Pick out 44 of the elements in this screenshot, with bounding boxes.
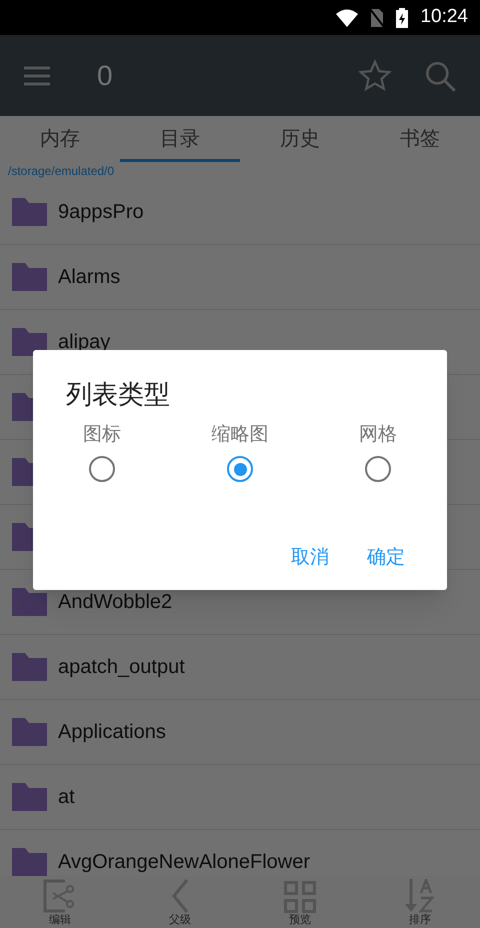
folder-icon (12, 328, 47, 356)
folder-icon (12, 588, 47, 616)
toolbar-title: 0 (97, 58, 114, 92)
status-time: 10:24 (420, 5, 468, 30)
folder-icon (12, 653, 47, 681)
radio-button[interactable] (365, 456, 391, 482)
folder-name[interactable]: AvgOrangeNewAloneFlower (58, 847, 310, 876)
tab[interactable]: 内存 (0, 116, 120, 162)
scissors-edit-icon (43, 879, 77, 913)
star-icon[interactable] (358, 58, 392, 92)
no-sim-icon (370, 8, 384, 28)
folder-icon (12, 783, 47, 811)
folder-name[interactable]: Applications (58, 717, 166, 747)
folder-icon (12, 198, 47, 226)
dialog-button[interactable]: 确定 (365, 540, 407, 576)
option-label: 图标 (83, 423, 121, 447)
dialog-title: 列表类型 (66, 378, 170, 411)
toolbar-button[interactable]: 编辑 (0, 876, 120, 928)
menu-icon[interactable] (24, 66, 50, 86)
chevron-left-icon (171, 879, 189, 913)
grid-icon (284, 881, 316, 913)
folder-name[interactable]: 9appsPro (58, 197, 144, 227)
tab[interactable]: 书签 (360, 116, 480, 162)
folder-name[interactable]: at (58, 782, 75, 812)
option-label: 网格 (359, 423, 397, 447)
wifi-icon (336, 8, 358, 26)
path-breadcrumb[interactable]: /storage/emulated/0 (0, 162, 480, 180)
toolbar-button[interactable]: 父级 (120, 876, 240, 928)
folder-icon (12, 263, 47, 291)
folder-icon (12, 718, 47, 746)
folder-name[interactable]: apatch_output (58, 652, 185, 682)
toolbar-button[interactable]: 排序 (360, 876, 480, 928)
radio-button[interactable] (89, 456, 115, 482)
folder-name[interactable]: Alarms (58, 262, 120, 292)
radio-button[interactable] (227, 456, 253, 482)
folder-name[interactable]: AndWobble2 (58, 587, 172, 617)
tab[interactable]: 历史 (240, 116, 360, 162)
tab[interactable]: 目录 (120, 116, 240, 162)
sort-az-icon (405, 879, 435, 913)
battery-charging-icon (396, 8, 408, 28)
toolbar-button[interactable]: 预览 (240, 876, 360, 928)
search-icon[interactable] (424, 60, 456, 92)
option-label: 缩略图 (212, 423, 268, 447)
dialog-button[interactable]: 取消 (289, 540, 331, 576)
